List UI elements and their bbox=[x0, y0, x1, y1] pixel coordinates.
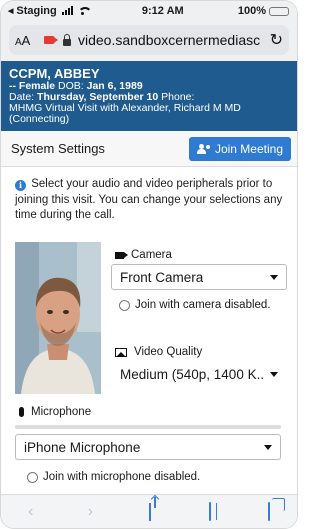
microphone-select[interactable]: iPhone Microphone bbox=[15, 434, 281, 460]
phone-frame: ◀ Staging 9:12 AM 100% AA video.sandboxc… bbox=[0, 0, 298, 529]
browser-bar: AA video.sandboxcernermediasc ↻ bbox=[1, 21, 297, 61]
back-arrow-icon[interactable]: ‹ bbox=[16, 503, 46, 521]
microphone-label-text: Microphone bbox=[31, 406, 92, 418]
settings-header: System Settings Join Meeting bbox=[1, 131, 297, 167]
url-bar[interactable]: AA video.sandboxcernermediasc ↻ bbox=[9, 25, 289, 55]
status-time: 9:12 AM bbox=[141, 5, 184, 17]
status-bar: ◀ Staging 9:12 AM 100% bbox=[1, 1, 297, 21]
camera-label: Camera bbox=[115, 249, 172, 261]
microphone-selected-value: iPhone Microphone bbox=[24, 439, 141, 455]
microphone-disabled-option[interactable]: Join with microphone disabled. bbox=[27, 471, 200, 483]
camera-disabled-label: Join with camera disabled. bbox=[135, 299, 271, 311]
microphone-disabled-checkbox[interactable] bbox=[27, 471, 38, 483]
lock-icon bbox=[63, 33, 71, 46]
tabs-button[interactable] bbox=[254, 501, 284, 521]
microphone-label: Microphone bbox=[19, 406, 91, 418]
info-icon: i bbox=[15, 180, 26, 191]
patient-name: CCPM, ABBEY bbox=[9, 66, 100, 81]
reload-icon[interactable]: ↻ bbox=[270, 30, 283, 50]
settings-title: System Settings bbox=[11, 141, 105, 156]
camera-disabled-option[interactable]: Join with camera disabled. bbox=[119, 299, 271, 311]
forward-arrow-icon[interactable]: › bbox=[75, 503, 105, 521]
url-text[interactable]: video.sandboxcernermediasc bbox=[78, 32, 263, 48]
patient-banner: CCPM, ABBEY -- Female DOB: Jan 6, 1989 D… bbox=[1, 61, 297, 131]
video-quality-select[interactable]: Medium (540p, 1400 K... bbox=[111, 361, 287, 387]
back-to-app-icon: ◀ bbox=[8, 8, 14, 15]
image-icon bbox=[115, 347, 127, 357]
text-size-button[interactable]: AA bbox=[15, 33, 37, 48]
camera-select[interactable]: Front Camera bbox=[111, 264, 287, 290]
chevron-down-icon bbox=[270, 371, 278, 377]
book-icon bbox=[208, 501, 211, 521]
video-quality-label: Video Quality bbox=[115, 346, 202, 358]
share-button[interactable] bbox=[135, 502, 165, 521]
camera-preview bbox=[15, 242, 101, 394]
connection-status: (Connecting) bbox=[9, 113, 70, 125]
microphone-icon bbox=[19, 407, 24, 417]
join-meeting-button[interactable]: Join Meeting bbox=[188, 136, 291, 161]
video-quality-label-text: Video Quality bbox=[134, 346, 203, 358]
camera-label-text: Camera bbox=[131, 249, 172, 261]
video-camera-icon bbox=[115, 251, 124, 259]
share-icon bbox=[148, 502, 151, 521]
battery-icon bbox=[269, 6, 289, 16]
signal-icon bbox=[61, 6, 73, 15]
info-message: i Select your audio and video peripheral… bbox=[1, 167, 297, 224]
camera-selected-value: Front Camera bbox=[120, 269, 204, 285]
join-meeting-label: Join Meeting bbox=[214, 141, 283, 156]
chevron-down-icon bbox=[270, 274, 278, 280]
browser-toolbar: ‹ › bbox=[1, 494, 297, 528]
camera-disabled-checkbox[interactable] bbox=[119, 299, 130, 311]
users-icon bbox=[196, 143, 210, 154]
chevron-down-icon bbox=[264, 444, 272, 450]
camera-recording-icon[interactable] bbox=[44, 36, 58, 44]
bookmarks-button[interactable] bbox=[195, 501, 225, 521]
battery-percent: 100% bbox=[237, 5, 266, 17]
tabs-icon bbox=[268, 501, 271, 521]
media-settings: Camera Front Camera Join with camera dis… bbox=[1, 242, 297, 394]
microphone-level-meter bbox=[15, 425, 281, 429]
status-left[interactable]: ◀ Staging bbox=[8, 5, 92, 17]
status-right: 100% bbox=[238, 5, 289, 17]
back-app-label: Staging bbox=[16, 5, 57, 17]
microphone-disabled-label: Join with microphone disabled. bbox=[43, 471, 201, 483]
camera-preview-image bbox=[15, 242, 101, 394]
info-text: Select your audio and video peripherals … bbox=[15, 178, 283, 221]
wifi-icon bbox=[77, 7, 92, 15]
video-quality-selected-value: Medium (540p, 1400 K... bbox=[120, 366, 264, 382]
